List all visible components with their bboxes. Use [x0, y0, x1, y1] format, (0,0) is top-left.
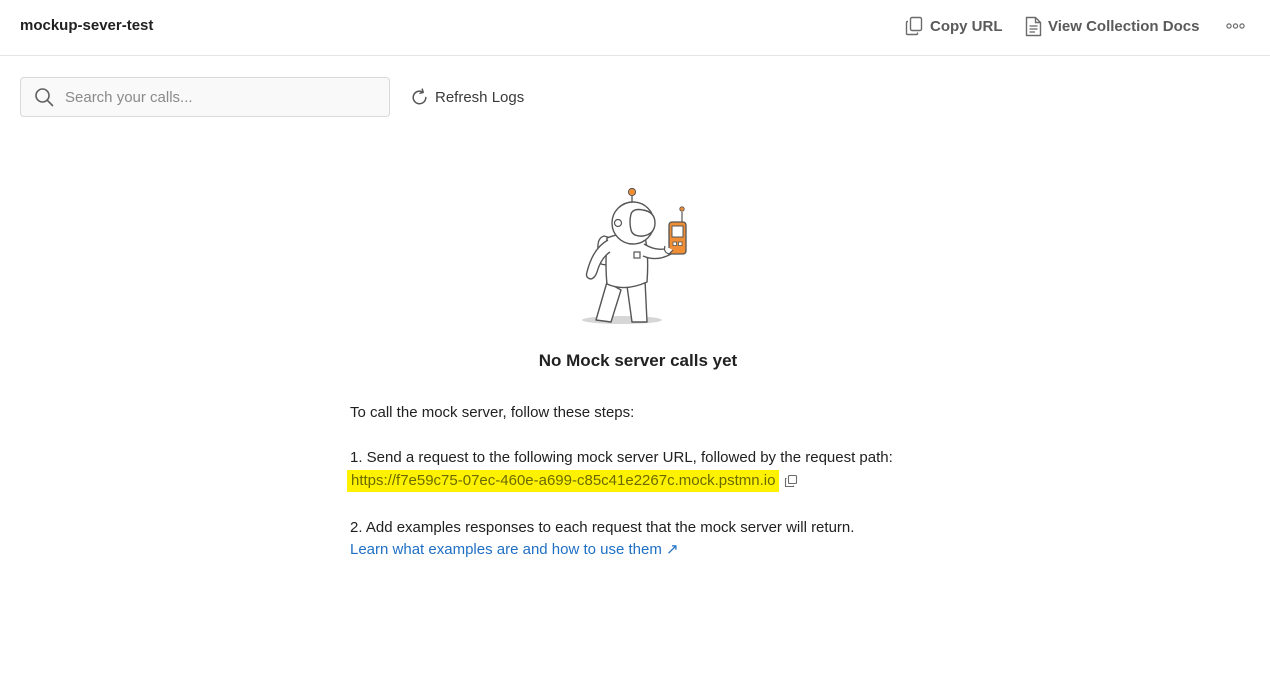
- copy-url-icon[interactable]: [784, 474, 798, 488]
- empty-state-title: No Mock server calls yet: [538, 351, 738, 370]
- ellipsis-icon: [1226, 23, 1245, 29]
- astronaut-illustration: [577, 186, 693, 326]
- view-collection-docs-button[interactable]: View Collection Docs: [1025, 15, 1199, 37]
- header: mockup-sever-test Copy URL View Collecti…: [0, 0, 1270, 56]
- collection-title: mockup-sever-test: [20, 17, 154, 34]
- search-icon: [34, 87, 54, 107]
- mock-server-url[interactable]: https://f7e59c75-07ec-460e-a699-c85c41e2…: [350, 470, 777, 492]
- refresh-logs-label: Refresh Logs: [435, 88, 525, 106]
- refresh-icon: [412, 87, 427, 104]
- instructions-intro: To call the mock server, follow these st…: [350, 404, 635, 421]
- mock-url-row: https://f7e59c75-07ec-460e-a699-c85c41e2…: [350, 470, 798, 492]
- view-docs-label: View Collection Docs: [1048, 17, 1200, 35]
- copy-icon: [905, 16, 923, 36]
- step-two-text: 2. Add examples responses to each reques…: [350, 519, 855, 536]
- learn-examples-link[interactable]: Learn what examples are and how to use t…: [350, 540, 679, 558]
- search-input[interactable]: [63, 87, 367, 107]
- document-icon: [1025, 16, 1042, 36]
- instructions: To call the mock server, follow these st…: [350, 400, 970, 558]
- search-box: [20, 77, 390, 117]
- refresh-logs-button[interactable]: Refresh Logs: [410, 86, 524, 108]
- copy-url-button[interactable]: Copy URL: [905, 15, 1003, 37]
- copy-url-label: Copy URL: [930, 17, 1003, 35]
- more-options-button[interactable]: [1226, 18, 1246, 34]
- step-one-text: 1. Send a request to the following mock …: [350, 449, 893, 466]
